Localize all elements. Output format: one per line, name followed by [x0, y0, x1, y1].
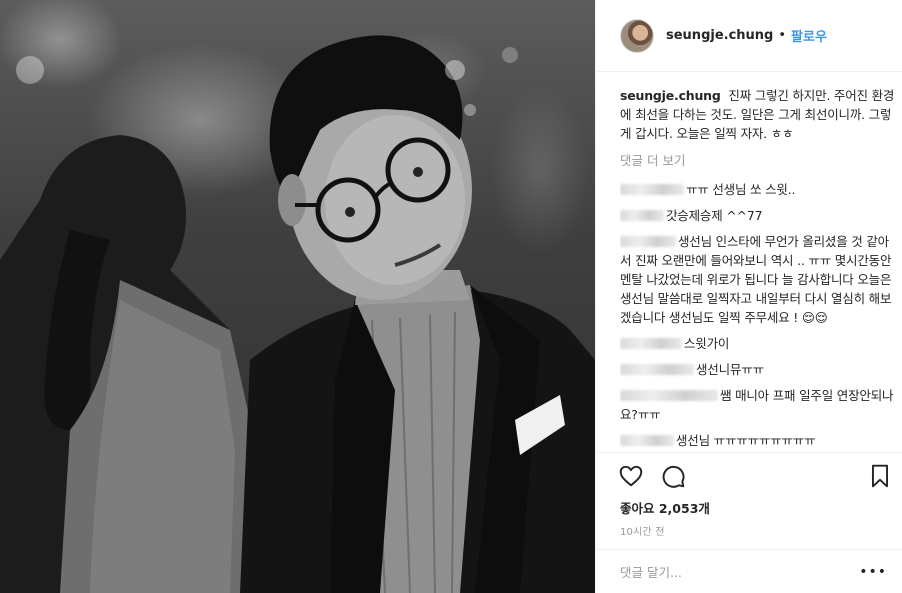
- comment-text: 생선니뮤ㅠㅠ: [696, 362, 764, 377]
- action-icons: [618, 463, 686, 489]
- comment-text: 스윗가이: [684, 336, 730, 351]
- blurred-username[interactable]: [620, 210, 664, 221]
- comments-list[interactable]: seungje.chung 진짜 그렇긴 하지만. 주어진 환경에 최선을 다하…: [620, 86, 896, 452]
- comment-text: 생선님 인스타에 무언가 올리셨을 것 같아서 진짜 오랜만에 들어와보니 역시…: [620, 234, 892, 325]
- comment-item: 스윗가이: [620, 334, 896, 353]
- username-link[interactable]: seungje.chung: [666, 28, 773, 43]
- comment-item: 쌤 매니아 프패 일주일 연장안되나요?ㅠㅠ: [620, 386, 896, 424]
- comment-text: 갓승제승제 ^^77: [666, 208, 763, 223]
- separator-dot: •: [778, 28, 787, 43]
- post-photo[interactable]: [0, 0, 595, 593]
- comment-item: 생선님 ㅠㅠㅠㅠㅠㅠㅠㅠㅠ: [620, 431, 896, 450]
- caption-username[interactable]: seungje.chung: [620, 88, 721, 103]
- post-timestamp[interactable]: 10시간 전: [620, 523, 665, 538]
- post-caption: seungje.chung 진짜 그렇긴 하지만. 주어진 환경에 최선을 다하…: [620, 86, 896, 143]
- likes-count[interactable]: 좋아요 2,053개: [620, 498, 710, 517]
- blurred-username[interactable]: [620, 236, 676, 247]
- comment-item: 갓승제승제 ^^77: [620, 206, 896, 225]
- more-options-icon[interactable]: •••: [859, 564, 887, 580]
- follow-button[interactable]: 팔로우: [791, 26, 827, 45]
- post-header: seungje.chung • 팔로우: [596, 0, 902, 72]
- comment-text: ㅠㅠ 선생님 쏘 스윗..: [686, 182, 796, 197]
- blurred-username[interactable]: [620, 184, 684, 195]
- bookmark-icon[interactable]: [867, 463, 893, 489]
- comment-item: ㅠㅠ 선생님 쏘 스윗..: [620, 180, 896, 199]
- post-actions: 좋아요 2,053개 10시간 전 •••: [596, 452, 902, 593]
- blurred-username[interactable]: [620, 390, 718, 401]
- comment-text: 생선님 ㅠㅠㅠㅠㅠㅠㅠㅠㅠ: [676, 433, 816, 448]
- view-more-comments-button[interactable]: 댓글 더 보기: [620, 151, 896, 170]
- post-sidebar: seungje.chung • 팔로우 seungje.chung 진짜 그렇긴…: [595, 0, 902, 593]
- blurred-username[interactable]: [620, 338, 682, 349]
- avatar[interactable]: [620, 18, 654, 53]
- comment-item: 생선니뮤ㅠㅠ: [620, 360, 896, 379]
- blurred-username[interactable]: [620, 364, 694, 375]
- heart-icon[interactable]: [618, 463, 644, 489]
- comment-item: 생선님 인스타에 무언가 올리셨을 것 같아서 진짜 오랜만에 들어와보니 역시…: [620, 232, 896, 327]
- blurred-username[interactable]: [620, 435, 674, 446]
- comment-form: •••: [596, 549, 902, 593]
- post-photo-graphic: [0, 35, 595, 593]
- comment-input[interactable]: [620, 564, 860, 580]
- comment-bubble-icon[interactable]: [660, 463, 686, 489]
